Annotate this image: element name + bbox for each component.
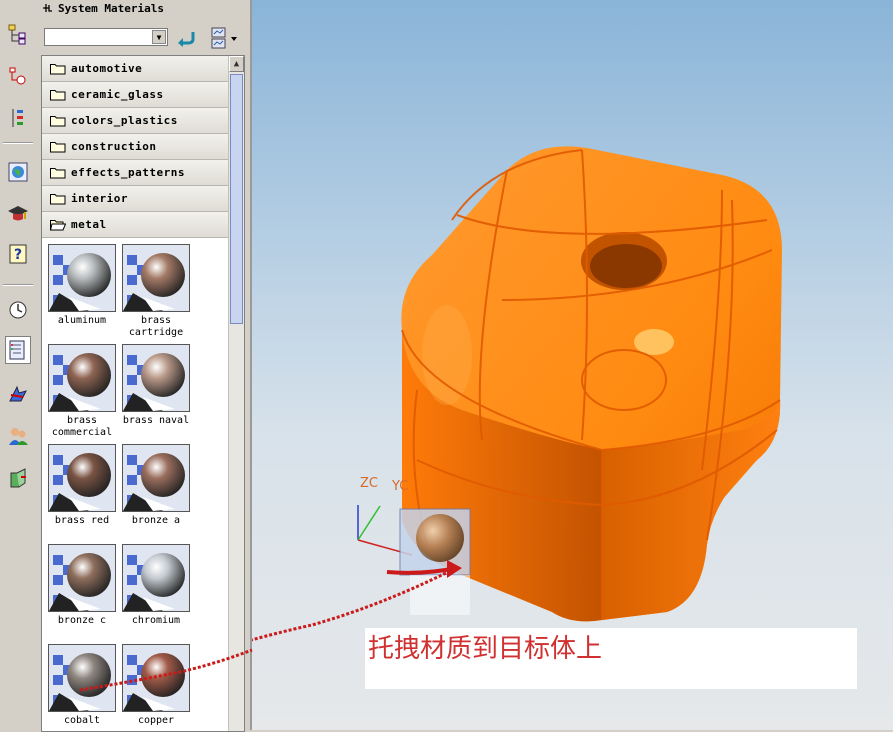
library-select[interactable]: ▼ [44, 28, 168, 46]
material-sphere-icon [122, 244, 190, 312]
material-sphere-icon [48, 644, 116, 712]
model-canvas[interactable] [252, 0, 893, 730]
material-label: bronze c [57, 615, 107, 626]
material-sphere-icon [48, 444, 116, 512]
constraint-navigator-icon[interactable] [5, 104, 31, 132]
folder-label: construction [71, 140, 157, 153]
material-item[interactable]: cobalt [47, 644, 117, 727]
folder-label: ceramic_glass [71, 88, 164, 101]
material-label: aluminum [57, 315, 107, 326]
scroll-thumb[interactable] [230, 74, 243, 324]
material-sphere-icon [122, 444, 190, 512]
material-item[interactable]: chromium [121, 544, 191, 627]
folder-icon [50, 89, 66, 100]
drag-ghost-material [399, 508, 471, 615]
part-navigator-icon[interactable] [5, 62, 31, 90]
zc-axis-label: ZC [360, 476, 378, 491]
material-item[interactable]: brass cartridge [121, 244, 191, 339]
help-icon[interactable]: ? [5, 240, 31, 268]
material-sphere-icon [48, 344, 116, 412]
material-item[interactable]: brass commercial [47, 344, 117, 439]
folder-0[interactable]: automotive [42, 56, 228, 82]
material-sphere-icon [48, 544, 116, 612]
panel-title: System Materials [58, 1, 164, 15]
scroll-up-arrow-icon[interactable]: ▲ [229, 56, 244, 72]
vertical-scrollbar[interactable]: ▲ [228, 56, 244, 731]
folder-label: metal [71, 218, 107, 231]
folder-icon [50, 115, 66, 126]
folder-icon [50, 63, 66, 74]
history-icon[interactable] [5, 296, 31, 324]
resource-bar: ? [0, 0, 37, 730]
folder-3[interactable]: construction [42, 134, 228, 160]
folder-5[interactable]: interior [42, 186, 228, 212]
svg-text:?: ? [14, 247, 22, 263]
process-studio-icon[interactable] [5, 380, 31, 408]
folder-6[interactable]: metal [42, 212, 228, 238]
folder-1[interactable]: ceramic_glass [42, 82, 228, 108]
reuse-library-icon[interactable] [5, 464, 31, 492]
material-item[interactable]: aluminum [47, 244, 117, 327]
folder-icon [50, 167, 66, 178]
graphics-window[interactable]: ZC YC 托拽材质到目标体上 [252, 0, 893, 730]
material-label: cobalt [63, 715, 101, 726]
assembly-navigator-icon[interactable] [5, 20, 31, 48]
material-sphere-icon [122, 344, 190, 412]
panel-header: System Materials [36, 0, 256, 16]
folder-4[interactable]: effects_patterns [42, 160, 228, 186]
training-icon[interactable] [5, 200, 31, 228]
web-browser-icon[interactable] [5, 158, 31, 186]
material-item[interactable]: bronze a [121, 444, 191, 527]
folder-open-icon [50, 219, 66, 230]
material-label: brass cartridge [128, 315, 184, 338]
system-materials-panel: System Materials ▼ automotive ceramic_gla… [36, 0, 252, 732]
material-label: chromium [131, 615, 181, 626]
view-options-icon[interactable] [211, 27, 237, 53]
material-item[interactable]: bronze c [47, 544, 117, 627]
material-label: brass commercial [51, 415, 113, 438]
material-label: brass red [54, 515, 110, 526]
material-sphere-icon [48, 244, 116, 312]
folder-label: colors_plastics [71, 114, 178, 127]
folder-icon [50, 193, 66, 204]
pin-icon[interactable] [42, 3, 54, 14]
materials-list[interactable]: automotive ceramic_glass colors_plasticsco… [41, 55, 245, 732]
material-item[interactable]: brass red [47, 444, 117, 527]
folder-label: automotive [71, 62, 143, 75]
chevron-down-icon[interactable]: ▼ [152, 30, 166, 44]
system-materials-icon[interactable] [5, 336, 31, 364]
folder-label: interior [71, 192, 128, 205]
folder-label: effects_patterns [71, 166, 185, 179]
material-label: bronze a [131, 515, 181, 526]
instruction-caption: 托拽材质到目标体上 [368, 634, 603, 664]
folder-icon [50, 141, 66, 152]
yc-axis-label: YC [392, 479, 409, 494]
instruction-caption-box: 托拽材质到目标体上 [365, 628, 857, 689]
material-label: brass naval [122, 415, 190, 426]
back-arrow-icon[interactable] [176, 29, 196, 51]
material-label: copper [137, 715, 175, 726]
material-sphere-icon [122, 544, 190, 612]
folder-2[interactable]: colors_plastics [42, 108, 228, 134]
material-sphere-icon [122, 644, 190, 712]
material-item[interactable]: copper [121, 644, 191, 727]
roles-icon[interactable] [5, 422, 31, 450]
material-item[interactable]: brass naval [121, 344, 191, 427]
